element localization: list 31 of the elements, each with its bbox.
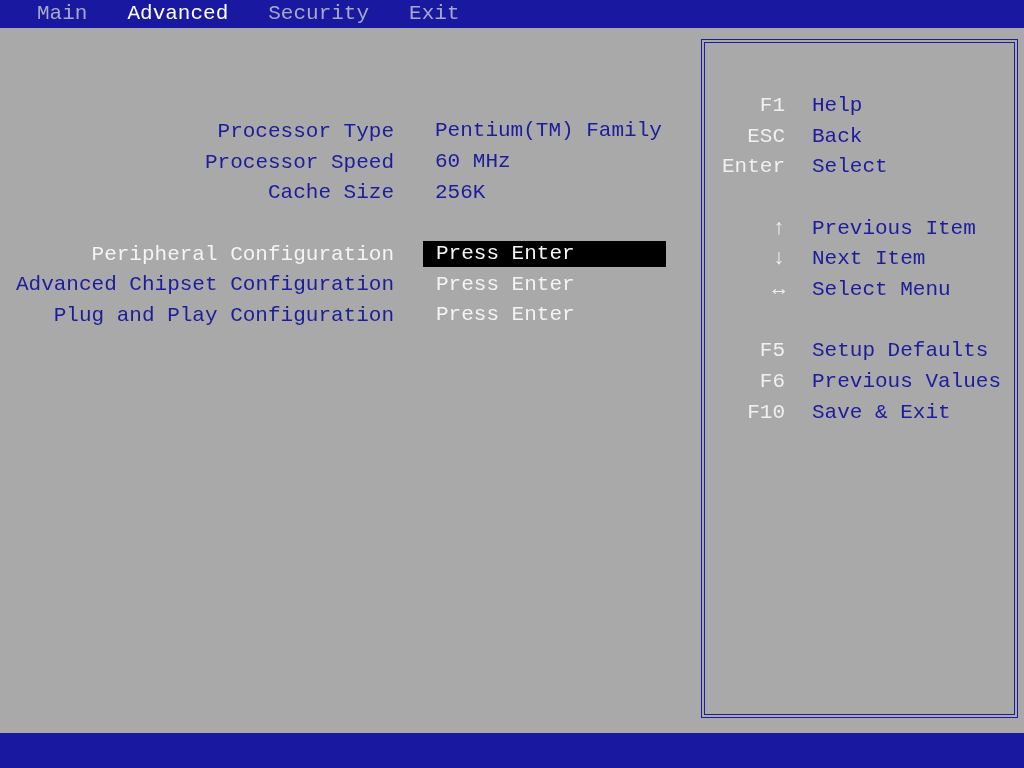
key-action: Previous Item (812, 216, 976, 240)
field-label: Processor Speed (203, 150, 395, 174)
menu-tab[interactable]: Security (268, 0, 370, 28)
submenu-value[interactable]: Press Enter (423, 241, 666, 268)
field-value: 256K (434, 179, 487, 206)
key-label: ESC (746, 124, 785, 148)
key-label: F10 (746, 400, 785, 424)
key-label: F5 (758, 339, 785, 363)
field-value: 60 MHz (434, 149, 512, 176)
key-label: ↑ (771, 216, 785, 240)
key-action: Previous Values (812, 370, 1002, 394)
key-action: Back (812, 124, 863, 148)
key-label: F6 (758, 370, 785, 394)
submenu-label[interactable]: Plug and Play Configuration (0, 303, 408, 327)
key-action: Select (812, 155, 888, 179)
key-action: Help (812, 93, 863, 117)
key-action: Next Item (812, 247, 926, 271)
field-value: Pentium(TM) Family (434, 118, 663, 145)
field-label: Processor Type (216, 119, 395, 143)
menu-tab[interactable]: Main (37, 0, 88, 28)
key-action: Select Menu (812, 277, 951, 301)
key-label: F1 (758, 93, 785, 117)
key-action: Setup Defaults (812, 339, 989, 363)
submenu-label[interactable]: Advanced Chipset Configuration (0, 273, 408, 297)
key-label: ↓ (771, 247, 785, 271)
key-label: ↔ (771, 277, 785, 301)
key-action: Save & Exit (812, 400, 951, 424)
menu-tab[interactable]: Advanced (127, 0, 229, 28)
key-label: Enter (721, 155, 785, 179)
menu-tab[interactable]: Exit (409, 0, 460, 28)
field-label: Cache Size (266, 181, 395, 205)
